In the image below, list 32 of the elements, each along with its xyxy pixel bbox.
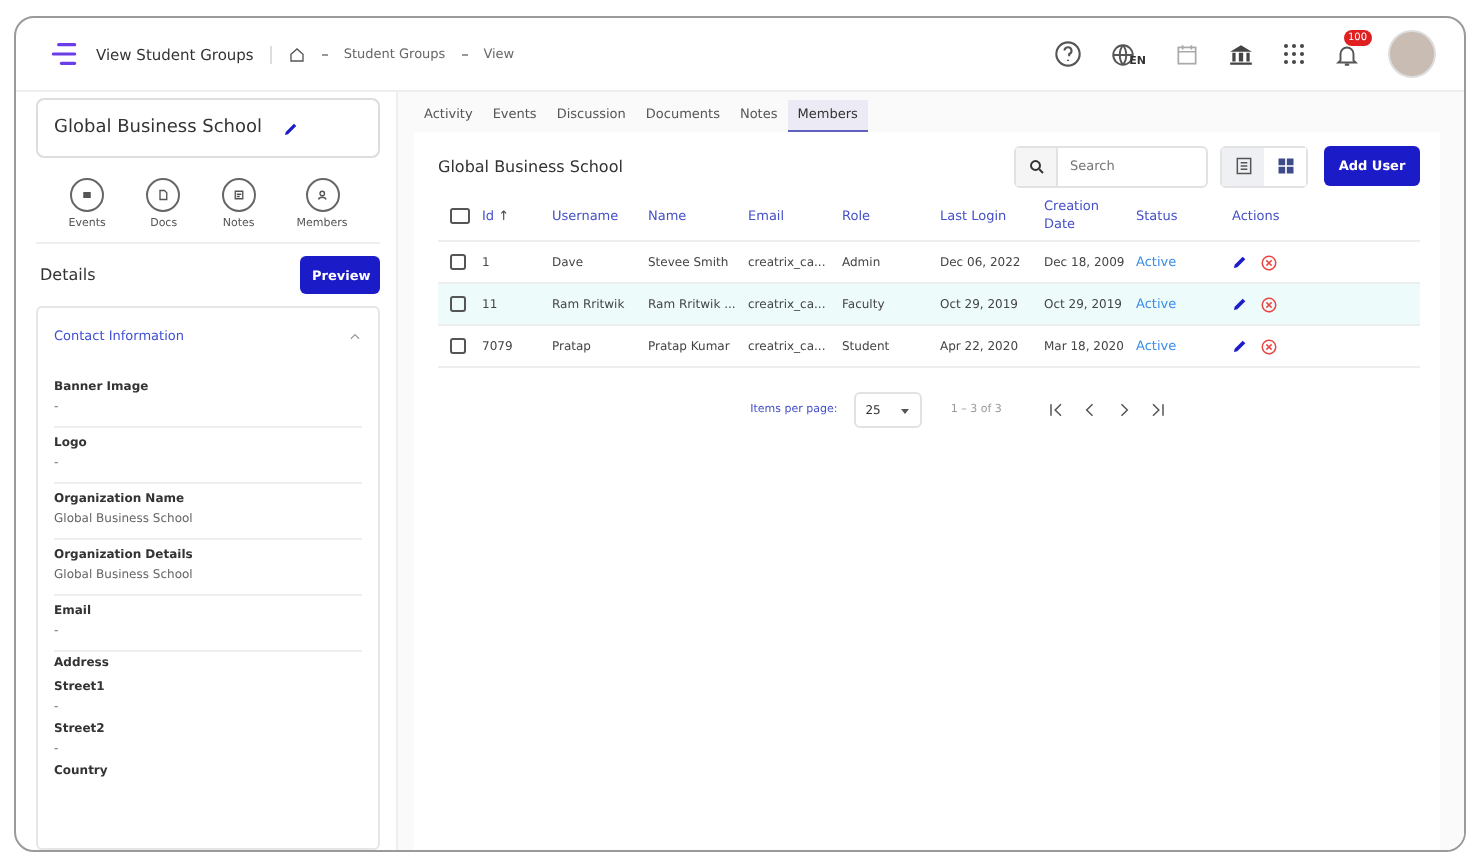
group-name: Global Business School (54, 118, 262, 138)
quick-link-icon (154, 186, 173, 204)
menu-icon (48, 38, 80, 70)
list-view-icon (1233, 156, 1253, 176)
select-all-checkbox[interactable] (450, 208, 470, 224)
home-icon (287, 45, 306, 63)
panel-title: Global Business School (438, 157, 625, 175)
row-checkbox[interactable] (450, 254, 466, 270)
dropdown-caret-icon (900, 405, 911, 415)
quick-link-icon (229, 186, 248, 204)
last-page-icon (1147, 400, 1168, 420)
apps-grid-icon (1282, 42, 1306, 66)
row-checkbox[interactable] (450, 296, 466, 312)
row-checkbox[interactable] (450, 338, 466, 354)
delete-icon[interactable] (1260, 337, 1278, 355)
grid-view-icon (1275, 156, 1295, 176)
quick-link-icon (313, 186, 332, 204)
delete-icon[interactable] (1260, 253, 1278, 271)
edit-icon[interactable] (1232, 338, 1248, 354)
first-page-icon (1045, 400, 1066, 420)
edit-icon[interactable] (1232, 296, 1248, 312)
delete-icon[interactable] (1260, 295, 1278, 313)
quick-link-icon (78, 186, 97, 204)
details-title: Details (40, 266, 96, 284)
calendar-icon (1174, 41, 1200, 67)
bell-icon (1334, 41, 1360, 67)
edit-icon (282, 119, 300, 137)
list-view-button[interactable] (1222, 147, 1264, 185)
bank-icon (1228, 41, 1254, 67)
help-icon (1053, 40, 1082, 68)
edit-icon[interactable] (1232, 254, 1248, 270)
search-icon (1027, 157, 1045, 175)
